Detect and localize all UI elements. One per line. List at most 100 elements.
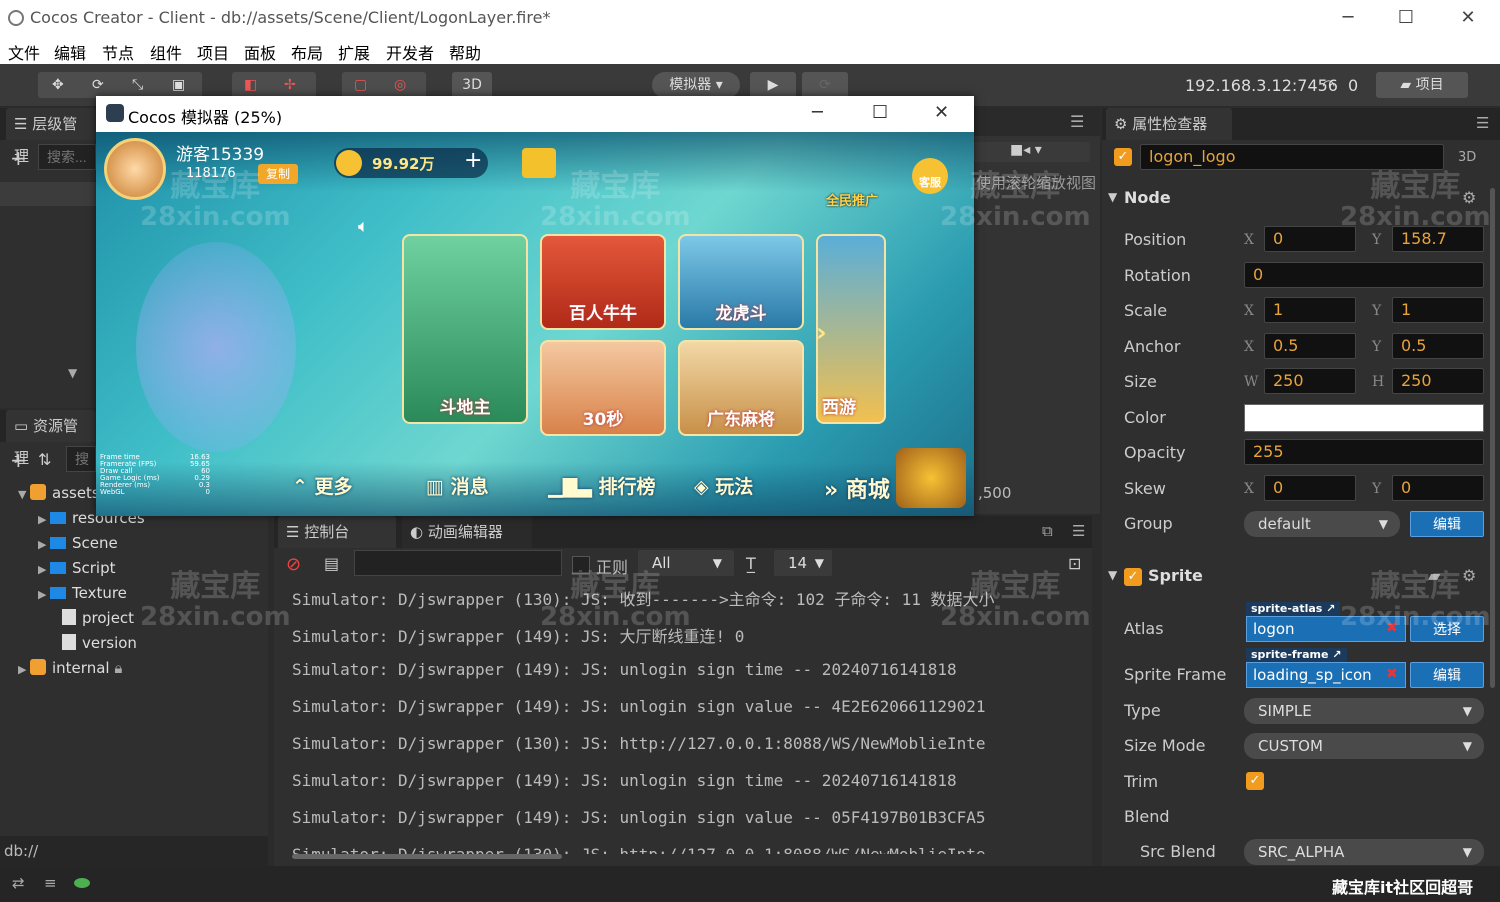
tree-item-texture[interactable]: ▶ Texture bbox=[38, 584, 127, 602]
cocos-simulator-icon bbox=[106, 104, 124, 122]
type-select[interactable]: SIMPLE ▼ bbox=[1244, 698, 1484, 724]
sprite-enabled-checkbox[interactable]: ✓ bbox=[1124, 568, 1142, 586]
tab-console[interactable]: ☰ 控制台 bbox=[278, 516, 396, 548]
game-card-30s[interactable]: 30秒 bbox=[540, 340, 666, 436]
gizmo-icon[interactable]: ◎ bbox=[394, 72, 406, 98]
close-icon[interactable]: ✕ bbox=[1456, 6, 1480, 30]
ranking-button[interactable]: ▁▇▃ 排行榜 bbox=[548, 472, 655, 499]
color-swatch[interactable] bbox=[1244, 404, 1484, 432]
menu-file[interactable]: 文件 bbox=[8, 40, 40, 64]
tab-assets[interactable]: ▭ 资源管理 bbox=[6, 410, 96, 467]
messages-button[interactable]: ▥ 消息 bbox=[426, 472, 489, 499]
tab-inspector[interactable]: ⚙ 属性检查器 bbox=[1106, 108, 1232, 140]
preview-ip[interactable]: 192.168.3.12:7456 bbox=[1185, 76, 1338, 95]
assets-search-input[interactable] bbox=[66, 446, 96, 472]
trim-checkbox[interactable]: ✓ bbox=[1246, 772, 1264, 790]
hierarchy-search-input[interactable] bbox=[38, 144, 96, 170]
snap-icon[interactable]: ▢ bbox=[354, 72, 367, 98]
pivot-icon[interactable]: ◧ bbox=[244, 72, 257, 98]
clear-frame-icon[interactable]: ✖ bbox=[1386, 666, 1398, 682]
group-select[interactable]: default ▼ bbox=[1244, 511, 1400, 537]
move-tool-icon[interactable]: ✥ bbox=[52, 72, 64, 98]
size-w-input[interactable]: 250 bbox=[1264, 368, 1356, 394]
next-page-arrow-icon[interactable]: › bbox=[816, 318, 827, 348]
refresh-icon[interactable]: ⟳ bbox=[802, 72, 848, 98]
tree-item-project[interactable]: project bbox=[50, 609, 134, 627]
maximize-icon[interactable]: ☐ bbox=[1394, 6, 1418, 30]
more-button[interactable]: ⌃ 更多 bbox=[292, 472, 353, 499]
log-scrollbar[interactable] bbox=[292, 854, 562, 859]
database-stack-icon[interactable]: ≡ bbox=[44, 874, 57, 892]
howtoplay-button[interactable]: ◈ 玩法 bbox=[694, 472, 753, 499]
game-card-bairenniuniu[interactable]: 百人牛牛 bbox=[540, 234, 666, 330]
src-blend-select[interactable]: SRC_ALPHA ▼ bbox=[1244, 839, 1484, 865]
tree-item-scene[interactable]: ▶ Scene bbox=[38, 534, 118, 552]
popout-icon[interactable]: ⧉ bbox=[1042, 522, 1053, 540]
scale-y-input[interactable]: 1 bbox=[1392, 297, 1484, 323]
node-name-input[interactable]: logon_logo bbox=[1140, 144, 1444, 170]
promo-button[interactable]: 全民推广 bbox=[824, 150, 880, 209]
game-card-guangdong-mahjong[interactable]: 广东麻将 bbox=[678, 340, 804, 436]
node-active-checkbox[interactable]: ✓ bbox=[1114, 148, 1132, 166]
sim-maximize-icon[interactable]: ☐ bbox=[872, 102, 888, 123]
tree-item-internal[interactable]: ▶ internal 🔒︎ bbox=[18, 659, 122, 677]
sim-minimize-icon[interactable]: ─ bbox=[812, 102, 823, 123]
mode-3d-button[interactable]: 3D bbox=[452, 72, 492, 98]
add-asset-icon[interactable]: + bbox=[10, 448, 27, 472]
tree-item-assets[interactable]: ▼ assets bbox=[18, 484, 100, 502]
add-coins-icon[interactable]: + bbox=[464, 148, 482, 173]
tree-item-version[interactable]: version bbox=[50, 634, 137, 652]
rotation-input[interactable]: 0 bbox=[1244, 262, 1484, 288]
sim-close-icon[interactable]: ✕ bbox=[934, 102, 949, 123]
menu-edit[interactable]: 编辑 bbox=[54, 40, 86, 64]
minimize-icon[interactable]: ─ bbox=[1336, 6, 1360, 30]
watermark: 藏宝库 28xin.com bbox=[1340, 169, 1491, 233]
camera-tools[interactable]: ■◂ ▾ bbox=[970, 142, 1090, 162]
play-icon[interactable]: ▶ bbox=[750, 72, 796, 98]
tab-hierarchy[interactable]: ☰ 层级管理 bbox=[6, 108, 96, 165]
tab-animation[interactable]: ◐ 动画编辑器 bbox=[402, 516, 532, 548]
menu-component[interactable]: 组件 bbox=[150, 40, 182, 64]
sprite-frame-asset-field[interactable]: loading_sp_icon bbox=[1246, 662, 1406, 688]
inspector-scrollbar[interactable] bbox=[1490, 188, 1495, 688]
menu-help[interactable]: 帮助 bbox=[449, 40, 481, 64]
opacity-input[interactable]: 255 bbox=[1244, 439, 1484, 465]
size-mode-select[interactable]: CUSTOM ▼ bbox=[1244, 733, 1484, 759]
anchor-y-input[interactable]: 0.5 bbox=[1392, 333, 1484, 359]
menu-layout[interactable]: 布局 bbox=[291, 40, 323, 64]
inspector-menu-icon[interactable]: ☰ bbox=[1476, 114, 1489, 132]
skew-y-input[interactable]: 0 bbox=[1392, 475, 1484, 501]
console-menu-icon[interactable]: ☰ bbox=[1072, 522, 1085, 540]
local-icon[interactable]: ✢ bbox=[284, 72, 296, 98]
rect-tool-icon[interactable]: ▣ bbox=[172, 72, 185, 98]
sync-icon[interactable]: ⇄ bbox=[12, 874, 25, 892]
game-card-doudizhu[interactable]: 斗地主 bbox=[402, 234, 528, 424]
sort-icon[interactable]: ⇅ bbox=[38, 450, 51, 469]
rotate-tool-icon[interactable]: ⟳ bbox=[92, 72, 104, 98]
console-filter-input[interactable] bbox=[354, 550, 562, 576]
shop-button[interactable]: » 商城 bbox=[824, 472, 890, 504]
add-node-icon[interactable]: + bbox=[10, 146, 27, 170]
sprite-frame-edit-button[interactable]: 编辑 bbox=[1410, 662, 1484, 688]
open-log-icon[interactable]: ▤ bbox=[324, 554, 339, 573]
collapse-icon[interactable]: ▼ bbox=[68, 366, 77, 380]
scene-menu-icon[interactable]: ☰ bbox=[1070, 112, 1084, 131]
anchor-x-input[interactable]: 0.5 bbox=[1264, 333, 1356, 359]
menu-panel[interactable]: 面板 bbox=[244, 40, 276, 64]
menu-extension[interactable]: 扩展 bbox=[338, 40, 370, 64]
collapse-log-icon[interactable]: ⊡ bbox=[1068, 554, 1081, 573]
menu-node[interactable]: 节点 bbox=[102, 40, 134, 64]
scale-tool-icon[interactable]: ⤡ bbox=[132, 72, 143, 98]
game-card-longhudou[interactable]: 龙虎斗 bbox=[678, 234, 804, 330]
menu-project[interactable]: 项目 bbox=[197, 40, 229, 64]
tree-item-script[interactable]: ▶ Script bbox=[38, 559, 116, 577]
sound-icon[interactable]: 🔈︎ bbox=[358, 216, 369, 237]
font-size-select[interactable]: 14 ▼ bbox=[774, 550, 832, 576]
size-h-input[interactable]: 250 bbox=[1392, 368, 1484, 394]
skew-x-input[interactable]: 0 bbox=[1264, 475, 1356, 501]
project-button[interactable]: ▰ 项目 bbox=[1376, 72, 1468, 98]
menu-developer[interactable]: 开发者 bbox=[386, 40, 434, 64]
group-edit-button[interactable]: 编辑 bbox=[1410, 511, 1484, 537]
simulator-select[interactable]: 模拟器 ▾ bbox=[652, 72, 740, 98]
scale-x-input[interactable]: 1 bbox=[1264, 297, 1356, 323]
